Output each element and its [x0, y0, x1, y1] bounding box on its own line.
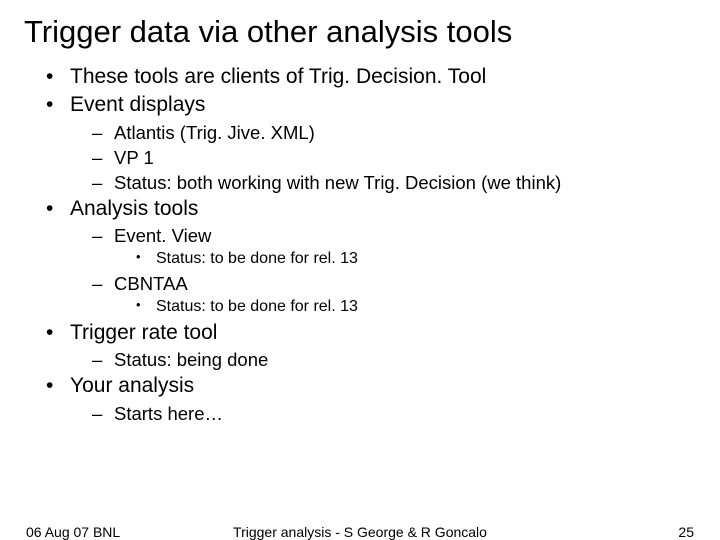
sub-list: Event. View Status: to be done for rel. …: [70, 224, 696, 318]
sub-text: Starts here…: [114, 403, 223, 424]
sub-text: Atlantis (Trig. Jive. XML): [114, 122, 315, 143]
sub-item: Event. View Status: to be done for rel. …: [70, 224, 696, 270]
sub-list: Status: being done: [70, 348, 696, 371]
bullet-text: Trigger rate tool: [70, 321, 217, 344]
sub-item: Starts here…: [70, 402, 696, 425]
bullet-text: These tools are clients of Trig. Decisio…: [70, 65, 486, 88]
subsub-list: Status: to be done for rel. 13: [114, 297, 696, 318]
sub-item: VP 1: [70, 146, 696, 169]
bullet-list: These tools are clients of Trig. Decisio…: [24, 64, 696, 425]
bullet-item: Event displays Atlantis (Trig. Jive. XML…: [24, 92, 696, 194]
sub-text: VP 1: [114, 147, 154, 168]
footer-center: Trigger analysis - S George & R Goncalo: [0, 524, 720, 540]
sub-item: Atlantis (Trig. Jive. XML): [70, 121, 696, 144]
sub-item: CBNTAA Status: to be done for rel. 13: [70, 272, 696, 318]
bullet-item: Your analysis Starts here…: [24, 373, 696, 424]
subsub-text: Status: to be done for rel. 13: [156, 298, 358, 315]
bullet-item: These tools are clients of Trig. Decisio…: [24, 64, 696, 90]
footer-right: 25: [678, 524, 694, 540]
subsub-item: Status: to be done for rel. 13: [114, 297, 696, 318]
bullet-text: Event displays: [70, 93, 205, 116]
sub-list: Starts here…: [70, 402, 696, 425]
sub-text: Event. View: [114, 225, 211, 246]
subsub-item: Status: to be done for rel. 13: [114, 249, 696, 270]
sub-text: Status: both working with new Trig. Deci…: [114, 172, 561, 193]
bullet-item: Trigger rate tool Status: being done: [24, 320, 696, 371]
slide-title: Trigger data via other analysis tools: [24, 14, 696, 50]
bullet-text: Analysis tools: [70, 197, 198, 220]
sub-list: Atlantis (Trig. Jive. XML) VP 1 Status: …: [70, 121, 696, 194]
sub-text: CBNTAA: [114, 273, 188, 294]
bullet-text: Your analysis: [70, 374, 194, 397]
subsub-text: Status: to be done for rel. 13: [156, 250, 358, 267]
subsub-list: Status: to be done for rel. 13: [114, 249, 696, 270]
sub-text: Status: being done: [114, 349, 268, 370]
sub-item: Status: being done: [70, 348, 696, 371]
sub-item: Status: both working with new Trig. Deci…: [70, 171, 696, 194]
slide: Trigger data via other analysis tools Th…: [0, 0, 720, 540]
bullet-item: Analysis tools Event. View Status: to be…: [24, 196, 696, 318]
